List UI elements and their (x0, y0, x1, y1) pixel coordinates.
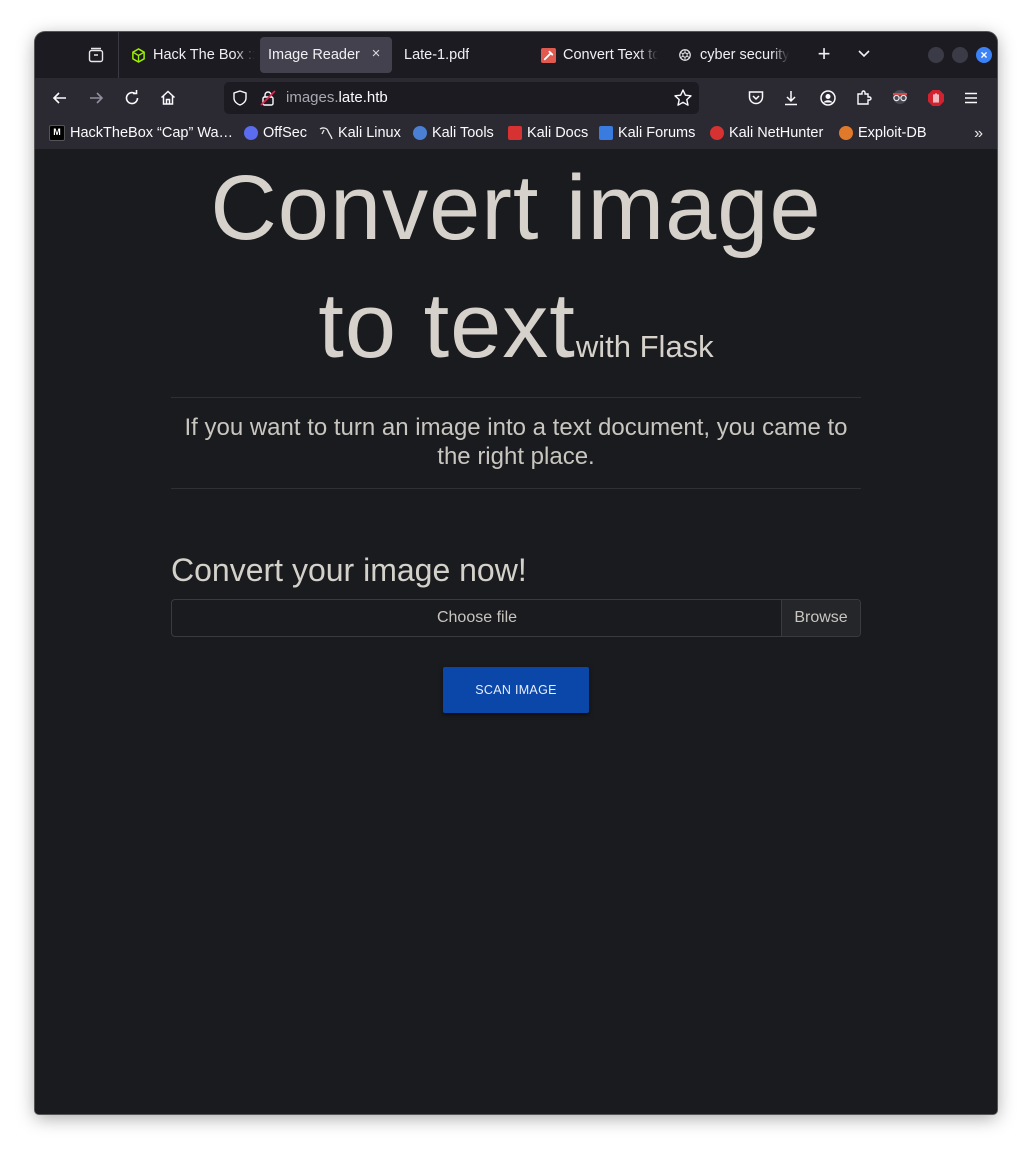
maximize-button[interactable] (952, 47, 968, 63)
page-title-line-1: Convert image (210, 157, 822, 259)
kali-tools-icon (413, 126, 427, 140)
bookmark-kali-tools[interactable]: Kali Tools (413, 124, 494, 142)
page-title-line-2: to textwith Flask (35, 267, 997, 406)
bookmark-offsec[interactable]: OffSec (244, 124, 307, 142)
bookmark-star-icon[interactable] (673, 88, 693, 113)
pocket-icon[interactable] (746, 88, 766, 108)
htb-cube-icon (130, 47, 146, 63)
kali-docs-icon (508, 126, 522, 140)
convert-heading: Convert your image now! (171, 552, 527, 588)
home-icon[interactable] (158, 88, 178, 108)
account-icon[interactable] (818, 88, 838, 108)
browser-window: Hack The Box :: Image Reader × Late-1.pd… (35, 32, 997, 1114)
extensions-icon[interactable] (854, 88, 874, 108)
tab-hack-the-box[interactable]: Hack The Box :: (130, 37, 255, 73)
file-placeholder[interactable]: Choose file (172, 600, 782, 636)
tab-title: Hack The Box :: (153, 47, 255, 63)
tool-icon (540, 47, 556, 63)
file-upload-input[interactable]: Choose file Browse (171, 599, 861, 637)
chatgpt-icon (677, 47, 693, 63)
tab-convert-text[interactable]: Convert Text to (540, 37, 658, 73)
medium-logo-icon: M (49, 125, 65, 141)
list-all-tabs-icon[interactable] (855, 45, 873, 63)
hamburger-menu-icon[interactable] (961, 88, 981, 108)
divider-top (171, 397, 861, 398)
exploit-db-icon (839, 126, 853, 140)
bookmarks-toolbar: M HackTheBox “Cap” Wa… OffSec Kali Linux… (35, 118, 997, 150)
tab-separator (118, 32, 119, 78)
kali-dragon-icon (319, 126, 333, 140)
incognito-glasses-icon[interactable] (890, 88, 910, 108)
bookmark-exploit-db[interactable]: Exploit-DB (839, 124, 927, 142)
offsec-icon (244, 126, 258, 140)
bookmark-kali-forums[interactable]: Kali Forums (599, 124, 695, 142)
ublock-stop-icon[interactable] (926, 88, 946, 108)
browse-button[interactable]: Browse (781, 600, 860, 636)
insecure-lock-icon[interactable] (260, 90, 276, 111)
reload-icon[interactable] (122, 88, 142, 108)
bookmark-hackthebox-cap[interactable]: M HackTheBox “Cap” Wa… (49, 124, 233, 142)
bookmark-kali-docs[interactable]: Kali Docs (508, 124, 588, 142)
navigation-toolbar: images.late.htb (35, 78, 997, 118)
new-tab-button[interactable]: + (814, 43, 834, 65)
scan-image-button[interactable]: SCAN IMAGE (443, 667, 589, 713)
kali-nethunter-icon (710, 126, 724, 140)
url-bar[interactable]: images.late.htb (224, 82, 699, 114)
downloads-icon[interactable] (781, 88, 801, 108)
back-arrow-icon[interactable] (50, 88, 70, 108)
tracking-shield-icon[interactable] (232, 90, 248, 111)
tab-cyber-security[interactable]: cyber security (677, 37, 795, 73)
bookmark-kali-nethunter[interactable]: Kali NetHunter (710, 124, 823, 142)
tab-title: cyber security (700, 47, 790, 63)
tab-image-reader[interactable]: Image Reader × (260, 37, 392, 73)
tab-late-pdf[interactable]: Late-1.pdf (404, 37, 514, 73)
close-window-button[interactable]: × (976, 47, 992, 63)
minimize-button[interactable] (928, 47, 944, 63)
page-title-main: to text (318, 275, 576, 377)
close-tab-icon[interactable]: × (368, 46, 384, 62)
tab-title: Image Reader (268, 47, 360, 63)
page-content: Convert image to textwith Flask If you w… (35, 149, 997, 1114)
tab-title: Convert Text to (563, 47, 658, 63)
tab-manager-icon[interactable] (83, 42, 109, 68)
lead-text: If you want to turn an image into a text… (184, 414, 848, 470)
divider-bottom (171, 488, 861, 489)
tab-strip: Hack The Box :: Image Reader × Late-1.pd… (35, 32, 997, 78)
tab-title: Late-1.pdf (404, 47, 470, 63)
url-text[interactable]: images.late.htb (286, 89, 388, 106)
bookmark-kali-linux[interactable]: Kali Linux (319, 124, 401, 142)
forward-arrow-icon[interactable] (86, 88, 106, 108)
page-title-subtext: with Flask (575, 329, 714, 364)
kali-forums-icon (599, 126, 613, 140)
more-bookmarks-chevron-icon[interactable]: » (974, 125, 983, 143)
